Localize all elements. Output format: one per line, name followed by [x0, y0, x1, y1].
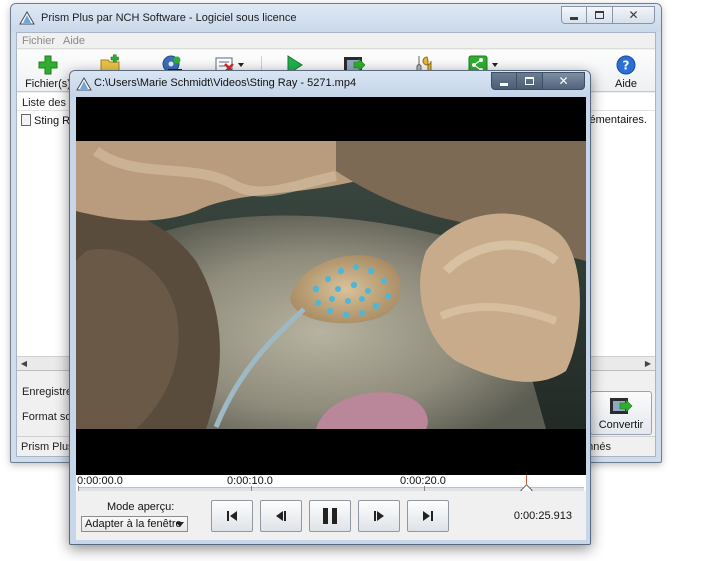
preview-title-bar[interactable]: C:\Users\Marie Schmidt\Videos\Sting Ray … [70, 71, 590, 97]
main-title-bar[interactable]: Prism Plus par NCH Software - Logiciel s… [11, 4, 661, 32]
skip-start-icon [227, 511, 237, 521]
preview-mode-label: Mode aperçu: [107, 501, 175, 513]
skip-end-icon [423, 511, 433, 521]
prism-app-icon [19, 11, 35, 25]
main-caption-buttons: ✕ [561, 6, 655, 24]
maximize-icon [525, 77, 534, 85]
timeline-label-20: 0:00:20.0 [400, 475, 446, 487]
pause-button[interactable] [309, 500, 351, 532]
timeline-label-0: 0:00:00.0 [77, 475, 123, 487]
step-forward-icon [374, 511, 384, 521]
preview-mode-select[interactable]: Adapter à la fenêtre [81, 516, 188, 532]
help-label: Aide [614, 78, 638, 90]
playback-controls: Mode aperçu: Adapter à la fenêtre 0:00:2… [76, 491, 586, 540]
add-files-label: Fichier(s) [25, 78, 71, 90]
add-plus-icon [38, 55, 58, 75]
film-convert-icon [610, 398, 633, 414]
go-to-start-button[interactable] [211, 500, 253, 532]
help-icon: ? [616, 55, 636, 75]
timeline-label-10: 0:00:10.0 [227, 475, 273, 487]
video-display[interactable] [76, 97, 586, 475]
convert-label: Convertir [598, 419, 644, 431]
minimize-icon [500, 82, 508, 86]
timeline-playhead[interactable] [526, 475, 528, 489]
svg-text:?: ? [623, 59, 630, 73]
preview-mode-value: Adapter à la fenêtre [85, 518, 182, 530]
main-window-title: Prism Plus par NCH Software - Logiciel s… [41, 12, 297, 24]
scroll-right-icon[interactable]: ▶ [641, 357, 655, 371]
chevron-down-icon [176, 522, 184, 527]
step-back-icon [276, 511, 286, 521]
preview-close-button[interactable]: ✕ [543, 72, 585, 90]
pause-icon [323, 508, 337, 524]
previous-frame-button[interactable] [260, 500, 302, 532]
preview-caption-buttons: ✕ [491, 72, 585, 90]
maximize-icon [595, 11, 604, 19]
preview-maximize-button[interactable] [517, 72, 543, 90]
go-to-end-button[interactable] [407, 500, 449, 532]
menu-bar: Fichier Aide [17, 33, 655, 49]
current-time-display: 0:00:25.913 [513, 510, 572, 522]
menu-aide[interactable]: Aide [63, 35, 85, 47]
video-frame-stingray [76, 141, 586, 429]
minimize-button[interactable] [561, 6, 587, 24]
list-item[interactable]: Sting Ra [21, 114, 76, 127]
maximize-button[interactable] [587, 6, 613, 24]
preview-minimize-button[interactable] [491, 72, 517, 90]
close-icon: ✕ [628, 8, 639, 22]
add-files-button[interactable]: Fichier(s) [23, 52, 73, 92]
timeline-scrubber[interactable]: 0:00:00.0 0:00:10.0 0:00:20.0 [76, 475, 586, 491]
prism-app-icon [76, 77, 92, 91]
preview-window: C:\Users\Marie Schmidt\Videos\Sting Ray … [69, 70, 591, 545]
scroll-left-icon[interactable]: ◀ [17, 357, 31, 371]
convert-button[interactable]: Convertir [590, 391, 652, 435]
preview-window-title: C:\Users\Marie Schmidt\Videos\Sting Ray … [94, 77, 357, 89]
help-button[interactable]: ? Aide [601, 52, 651, 92]
close-button[interactable]: ✕ [613, 6, 655, 24]
minimize-icon [570, 16, 578, 20]
close-icon: ✕ [558, 74, 569, 88]
menu-fichier[interactable]: Fichier [22, 35, 55, 47]
next-frame-button[interactable] [358, 500, 400, 532]
file-icon [21, 114, 31, 126]
